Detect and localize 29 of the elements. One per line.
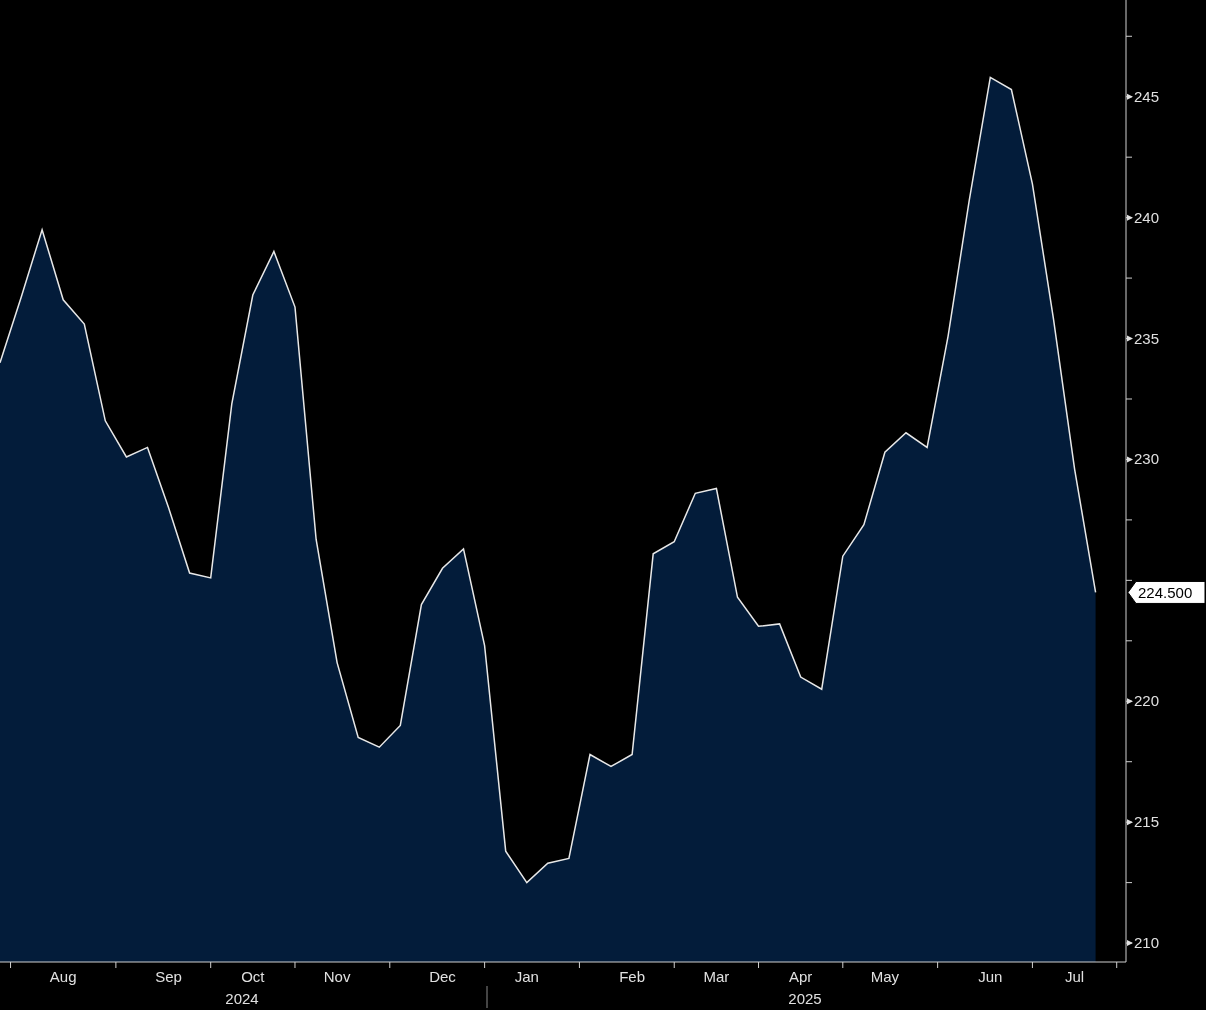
y-tick-label: 215 [1134,813,1160,831]
x-tick-label: Nov [323,968,351,985]
x-tick-label: Mar [703,968,730,985]
x-tick-label: Aug [49,968,77,985]
x-tick-label: Apr [789,968,813,985]
y-tick-label: 235 [1134,329,1160,347]
y-tick-label: 210 [1127,934,1160,952]
y-tick-label: 240 [1127,208,1160,226]
y-tick-label: 210 [1134,934,1160,952]
x-tick-label: Sep [155,968,182,985]
y-tick-label: 245 [1134,87,1160,105]
y-tick-label: 220 [1134,692,1160,710]
y-tick-label: 240 [1134,208,1160,226]
last-value-tag: 224.500 [1127,580,1206,604]
x-tick-label: Oct [241,968,265,985]
x-tick-label: Jan [514,968,539,985]
x-tick-label: Feb [619,968,646,985]
x-tick-label: May [870,968,900,985]
y-tick-label: 235 [1127,329,1160,347]
x-tick-label: Jul [1065,968,1085,985]
x-tick-label: Jun [978,968,1003,985]
year-label: 2024 [225,990,259,1007]
x-tick-label: Dec [429,968,456,985]
y-tick-label: 230 [1134,450,1160,468]
y-tick-label: 245 [1127,87,1160,105]
y-tick-label: 230 [1127,450,1160,468]
y-tick-label: 220 [1127,692,1160,710]
year-label: 2025 [788,990,822,1007]
y-tick-label: 215 [1127,813,1160,831]
